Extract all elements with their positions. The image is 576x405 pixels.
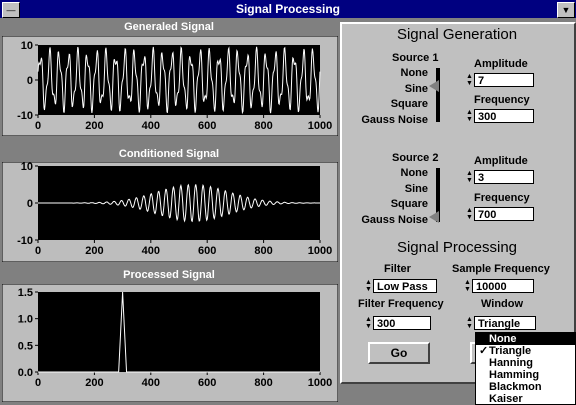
x-tick-label: 200 (85, 377, 103, 389)
source2-amplitude-spinner[interactable]: ▲ ▼ (466, 170, 473, 184)
source2-option-none[interactable]: None (344, 166, 429, 182)
window-option-triangle[interactable]: ✓ Triangle (476, 345, 575, 357)
filter-label: Filter (384, 263, 411, 275)
go-button[interactable]: Go (368, 342, 430, 364)
source1-options: None Sine Square Gauss Noise (344, 66, 428, 128)
source1-amplitude-label: Amplitude (474, 58, 528, 70)
filter-frequency-field[interactable]: 300 (373, 316, 431, 330)
checkmark-icon: ✓ (479, 345, 489, 357)
generated-signal-title: Generaled Signal (124, 21, 214, 33)
x-tick-label: 200 (85, 245, 103, 257)
window-option-blackmon[interactable]: Blackmon (476, 381, 575, 393)
y-tick-label: 0.5 (18, 340, 33, 352)
sample-frequency-spinner[interactable]: ▲ ▼ (464, 279, 471, 293)
plot-area (38, 292, 320, 372)
y-tick-label: 0 (27, 75, 33, 87)
y-tick-label: 0 (27, 198, 33, 210)
x-tick-label: 1000 (308, 245, 332, 257)
window-spinner[interactable]: ▲ ▼ (466, 316, 473, 330)
minimize-button[interactable]: ▼ (557, 2, 575, 18)
sample-frequency-label: Sample Frequency (452, 263, 550, 275)
generated-signal-chart: 0 200 400 600 800 1000100-10 (2, 36, 338, 136)
x-tick-label: 600 (198, 120, 216, 132)
conditioned-signal-title: Conditioned Signal (118, 148, 220, 160)
x-tick-label: 800 (254, 120, 272, 132)
filter-frequency-label: Filter Frequency (358, 298, 444, 310)
x-tick-label: 200 (85, 120, 103, 132)
x-tick-label: 0 (35, 377, 41, 389)
x-tick-label: 800 (254, 245, 272, 257)
x-tick-label: 1000 (308, 377, 332, 389)
filter-spinner[interactable]: ▲ ▼ (365, 279, 372, 293)
window-dropdown-list[interactable]: None ✓ Triangle Hanning Hamming Blackmon … (475, 332, 576, 405)
x-tick-label: 400 (142, 120, 160, 132)
source1-option-gauss-noise[interactable]: Gauss Noise (344, 113, 428, 129)
conditioned-signal-chart: 0 200 400 600 800 1000100-10 (2, 162, 338, 262)
y-tick-label: 1.5 (18, 287, 33, 299)
x-tick-label: 0 (35, 120, 41, 132)
source2-amplitude-field[interactable]: 3 (474, 170, 534, 184)
window-option-hamming[interactable]: Hamming (476, 369, 575, 381)
window-label: Window (481, 298, 524, 310)
signal-generation-heading: Signal Generation (396, 26, 518, 43)
x-tick-label: 400 (142, 377, 160, 389)
x-tick-label: 800 (254, 377, 272, 389)
x-tick-label: 0 (35, 245, 41, 257)
source2-options: None Sine Square Gauss Noise (344, 166, 428, 228)
signal-processing-heading: Signal Processing (396, 239, 518, 256)
source2-label: Source 2 (392, 152, 439, 164)
source1-option-sine[interactable]: Sine (344, 82, 428, 98)
source2-option-sine[interactable]: Sine (344, 182, 428, 198)
source2-frequency-field[interactable]: 700 (474, 207, 534, 221)
source1-option-square[interactable]: Square (344, 97, 428, 113)
x-tick-label: 400 (142, 245, 160, 257)
filter-field[interactable]: Low Pass (373, 279, 437, 293)
source1-frequency-label: Frequency (474, 94, 530, 106)
source2-option-gauss-noise[interactable]: Gauss Noise (344, 213, 428, 229)
processed-signal-chart: 0 200 400 600 800 1000 1.5 1.0 0.5 0.0 (2, 284, 338, 402)
window-option-hanning[interactable]: Hanning (476, 357, 575, 369)
source2-slider-knob[interactable] (429, 211, 439, 223)
source2-frequency-label: Frequency (474, 192, 530, 204)
processed-signal-title: Processed Signal (123, 269, 215, 281)
source2-option-square[interactable]: Square (344, 197, 428, 213)
source1-frequency-spinner[interactable]: ▲ ▼ (466, 109, 473, 123)
x-tick-label: 600 (198, 245, 216, 257)
sample-frequency-field[interactable]: 10000 (472, 279, 534, 293)
y-tick-label: 10 (21, 40, 33, 52)
source1-frequency-field[interactable]: 300 (474, 109, 534, 123)
source1-slider-track[interactable] (436, 68, 440, 122)
window-title: Signal Processing (235, 2, 341, 16)
window-option-kaiser[interactable]: Kaiser (476, 393, 575, 405)
source1-amplitude-spinner[interactable]: ▲ ▼ (466, 73, 473, 87)
y-tick-label: -10 (17, 235, 33, 247)
source1-amplitude-field[interactable]: 7 (474, 73, 534, 87)
x-tick-label: 1000 (308, 120, 332, 132)
window-option-none[interactable]: None (476, 333, 575, 345)
source1-label: Source 1 (392, 52, 439, 64)
y-tick-label: -10 (17, 110, 33, 122)
filter-frequency-spinner[interactable]: ▲ ▼ (365, 316, 372, 330)
source1-option-none[interactable]: None (344, 66, 429, 82)
window-field[interactable]: Triangle (474, 316, 536, 330)
source2-frequency-spinner[interactable]: ▲ ▼ (466, 207, 473, 221)
y-tick-label: 10 (21, 162, 33, 173)
source2-amplitude-label: Amplitude (474, 155, 528, 167)
x-tick-label: 600 (198, 377, 216, 389)
y-tick-label: 0.0 (18, 367, 33, 379)
source1-slider-knob[interactable] (429, 80, 439, 92)
y-tick-label: 1.0 (18, 314, 33, 326)
